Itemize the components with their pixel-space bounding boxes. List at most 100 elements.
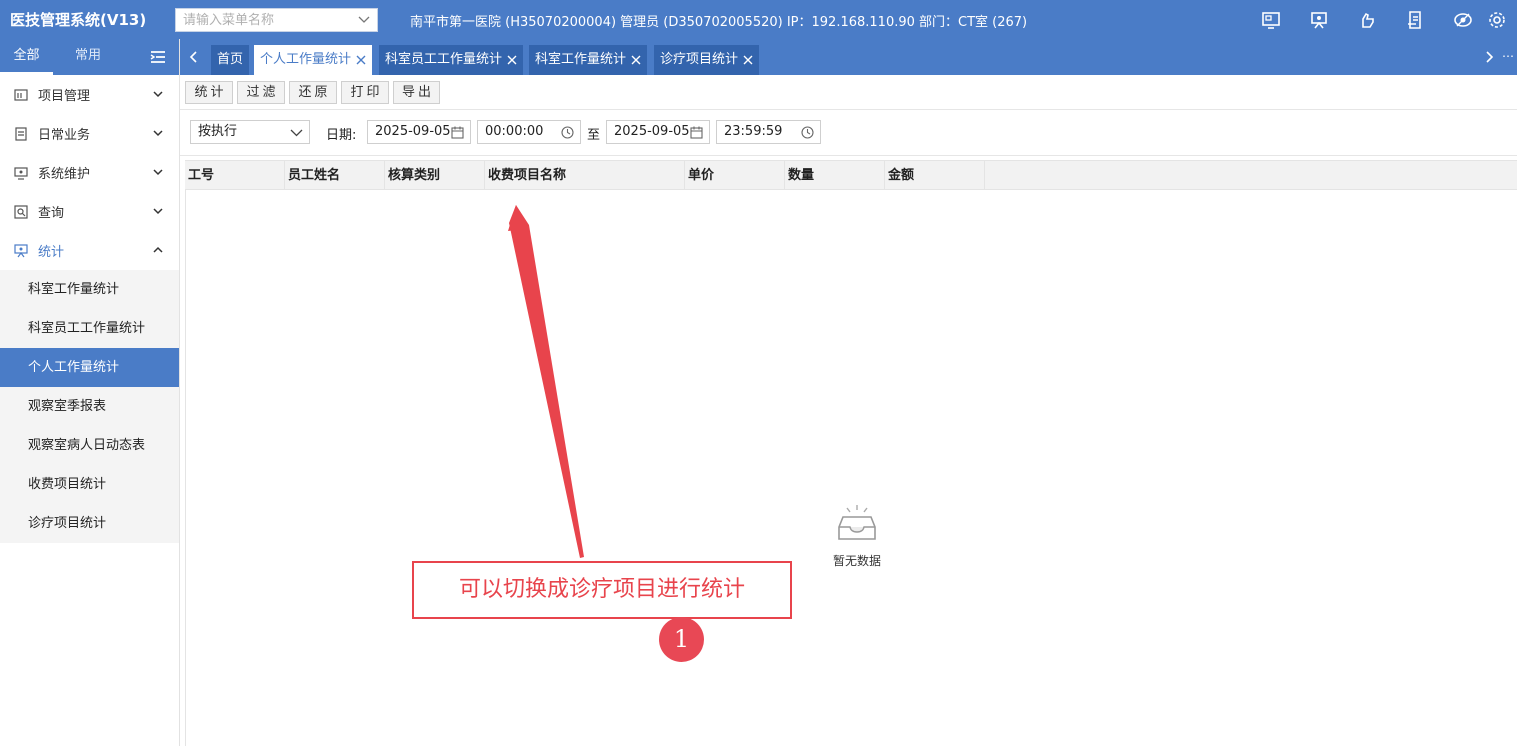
sidebar-group-query[interactable]: 查询 xyxy=(0,192,179,231)
presentation-icon xyxy=(1311,11,1327,28)
sidebar-group-project[interactable]: 项目管理 xyxy=(0,75,179,114)
sidebar-item-dept-workload[interactable]: 科室工作量统计 xyxy=(0,270,179,309)
grid-body xyxy=(185,190,1517,746)
start-time-value: 00:00:00 xyxy=(485,124,544,139)
sidebar-group-label: 日常业务 xyxy=(38,128,91,143)
print-button[interactable]: 打印 xyxy=(341,81,389,104)
eye-button[interactable] xyxy=(1439,0,1487,39)
tab-label: 科室工作量统计 xyxy=(535,52,627,67)
start-date-value: 2025-09-05 xyxy=(375,124,451,139)
sidebar-group-system[interactable]: 系统维护 xyxy=(0,153,179,192)
clock-icon xyxy=(561,126,574,139)
tab-personal-workload[interactable]: 个人工作量统计 xyxy=(254,45,373,75)
app-window: 医技管理系统(V13) 南平市第一医院 (H35070200004) 管理员 (… xyxy=(0,0,1517,746)
column-header-quantity[interactable]: 数量 xyxy=(785,161,885,190)
column-header-charge-item-name[interactable]: 收费项目名称 xyxy=(485,161,685,190)
date-label: 日期: xyxy=(326,128,357,143)
sidebar-group-label: 查询 xyxy=(38,206,65,221)
action-toolbar: 统计 过滤 还原 打印 导出 xyxy=(180,75,1517,110)
filter-button[interactable]: 过滤 xyxy=(237,81,285,104)
stat-mode-value: 按执行 xyxy=(198,124,238,139)
close-icon[interactable] xyxy=(356,55,366,65)
header-actions xyxy=(1247,0,1517,39)
presentation-button[interactable] xyxy=(1295,0,1343,39)
sidebar-item-charge-items[interactable]: 收费项目统计 xyxy=(0,465,179,504)
stat-mode-select[interactable]: 按执行 xyxy=(190,120,310,144)
end-time-input[interactable]: 23:59:59 xyxy=(716,120,821,144)
hand-button[interactable] xyxy=(1343,0,1391,39)
tab-dept-workload[interactable]: 科室工作量统计 xyxy=(529,45,648,75)
sidebar-tab-all[interactable]: 全部 xyxy=(0,39,53,75)
sidebar-group-label: 项目管理 xyxy=(38,89,91,104)
column-header-staff-id[interactable]: 工号 xyxy=(185,161,285,190)
query-icon xyxy=(14,204,28,219)
settings-button[interactable] xyxy=(1487,0,1517,39)
monitor-button[interactable] xyxy=(1247,0,1295,39)
document-button[interactable] xyxy=(1391,0,1439,39)
sidebar-tab-common[interactable]: 常用 xyxy=(62,39,114,75)
stats-button[interactable]: 统计 xyxy=(185,81,233,104)
sidebar-item-treatment-items[interactable]: 诊疗项目统计 xyxy=(0,504,179,543)
step-number-badge: 1 xyxy=(659,617,704,662)
close-icon[interactable] xyxy=(743,55,753,65)
user-info: 南平市第一医院 (H35070200004) 管理员 (D35070200552… xyxy=(410,15,1028,30)
chevron-down-icon xyxy=(153,169,163,176)
calendar-icon xyxy=(690,126,703,139)
tab-treatment-items[interactable]: 诊疗项目统计 xyxy=(654,45,760,75)
document-icon xyxy=(1408,10,1421,29)
column-header-staff-name[interactable]: 员工姓名 xyxy=(285,161,385,190)
export-button[interactable]: 导出 xyxy=(393,81,440,104)
clock-icon xyxy=(801,126,814,139)
chevron-down-icon xyxy=(358,16,370,23)
menu-search-input[interactable] xyxy=(176,9,356,31)
chevron-down-icon xyxy=(153,91,163,98)
column-header-accounting-category[interactable]: 核算类别 xyxy=(385,161,485,190)
chevron-left-icon[interactable] xyxy=(184,47,204,67)
calendar-icon xyxy=(451,126,464,139)
tab-label: 诊疗项目统计 xyxy=(660,52,739,67)
close-icon[interactable] xyxy=(507,55,517,65)
chevron-down-icon xyxy=(153,208,163,215)
end-date-input[interactable]: 2025-09-05 xyxy=(606,120,710,144)
close-icon[interactable] xyxy=(631,55,641,65)
column-header-unit-price[interactable]: 单价 xyxy=(685,161,785,190)
system-icon xyxy=(14,166,28,180)
chevron-down-icon xyxy=(290,129,303,137)
restore-button[interactable]: 还原 xyxy=(289,81,337,104)
gear-icon xyxy=(1489,11,1505,28)
sidebar-group-stats[interactable]: 统计 xyxy=(0,231,179,270)
project-icon xyxy=(14,88,28,101)
more-tabs-icon[interactable]: ⋯ xyxy=(1502,49,1514,63)
chevron-down-icon xyxy=(153,130,163,137)
filter-bar: 按执行 日期: 2025-09-05 00:00:00 至 2025-09-05… xyxy=(180,110,1517,156)
menu-collapse-icon[interactable] xyxy=(148,48,168,66)
sidebar-group-daily[interactable]: 日常业务 xyxy=(0,114,179,153)
tab-label: 个人工作量统计 xyxy=(260,52,352,67)
sidebar-item-observation-quarterly[interactable]: 观察室季报表 xyxy=(0,387,179,426)
stats-icon xyxy=(14,243,28,257)
sidebar-item-personal-workload[interactable]: 个人工作量统计 xyxy=(0,348,179,387)
sidebar-submenu-stats: 科室工作量统计 科室员工工作量统计 个人工作量统计 观察室季报表 观察室病人日动… xyxy=(0,270,179,543)
column-header-amount[interactable]: 金额 xyxy=(885,161,985,190)
empty-state: 暂无数据 xyxy=(827,503,887,569)
monitor-icon xyxy=(1262,11,1280,29)
to-label: 至 xyxy=(587,128,601,143)
sidebar-item-observation-daily[interactable]: 观察室病人日动态表 xyxy=(0,426,179,465)
empty-state-text: 暂无数据 xyxy=(832,554,881,568)
tab-home[interactable]: 首页 xyxy=(211,45,250,75)
sidebar-item-dept-staff-workload[interactable]: 科室员工工作量统计 xyxy=(0,309,179,348)
menu-search-box[interactable] xyxy=(175,8,378,32)
app-title: 医技管理系统(V13) xyxy=(10,11,147,29)
grid-header: 工号 员工姓名 核算类别 收费项目名称 单价 数量 金额 xyxy=(185,160,1517,190)
sidebar-group-label: 系统维护 xyxy=(38,167,91,182)
top-header: 医技管理系统(V13) 南平市第一医院 (H35070200004) 管理员 (… xyxy=(0,0,1517,39)
hand-icon xyxy=(1362,12,1374,28)
eye-icon xyxy=(1454,12,1472,27)
sidebar-tabs: 全部 常用 xyxy=(0,39,179,75)
tab-label: 首页 xyxy=(217,52,244,67)
daily-icon xyxy=(15,126,27,141)
tab-dept-staff-workload[interactable]: 科室员工工作量统计 xyxy=(379,45,524,75)
start-time-input[interactable]: 00:00:00 xyxy=(477,120,581,144)
start-date-input[interactable]: 2025-09-05 xyxy=(367,120,471,144)
chevron-right-icon[interactable] xyxy=(1479,47,1499,67)
